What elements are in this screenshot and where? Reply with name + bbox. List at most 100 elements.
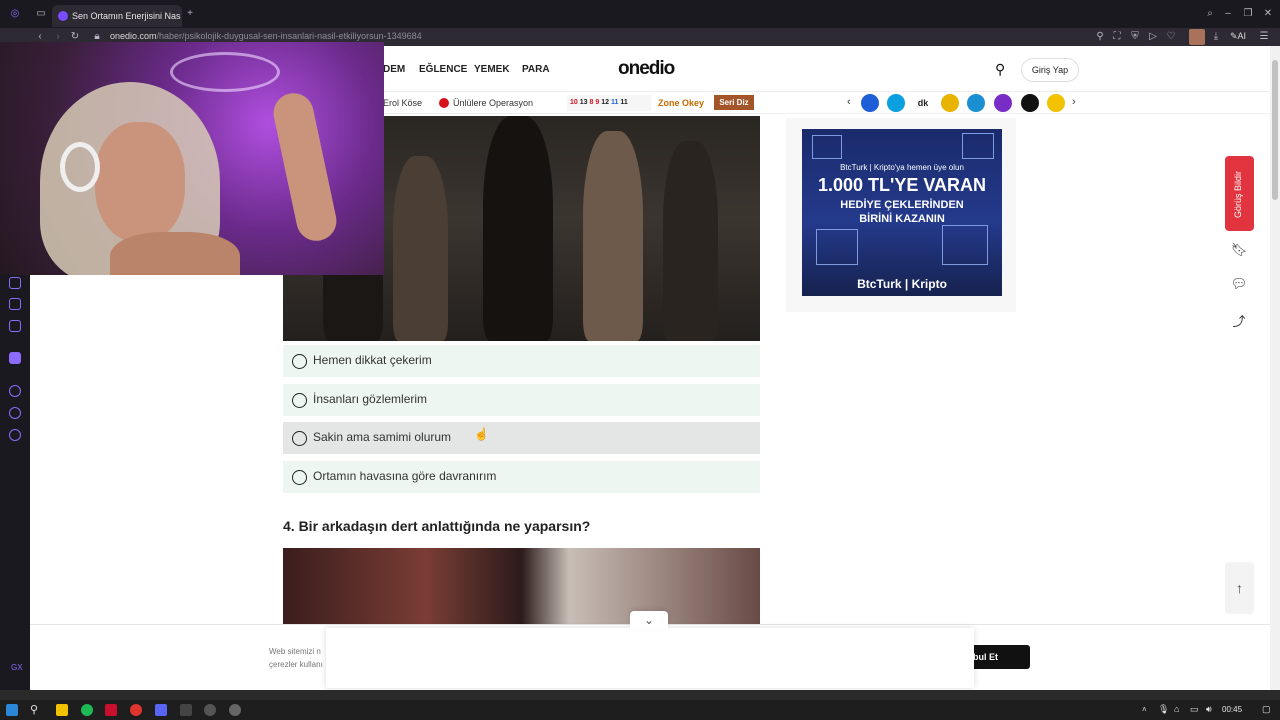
nav-item-para[interactable]: PARA <box>522 64 550 75</box>
tab-favicon-icon <box>58 11 68 21</box>
profile-avatar[interactable] <box>1189 29 1205 45</box>
gift-box-icon <box>812 135 842 159</box>
game-number: 12 <box>601 99 610 106</box>
feedback-tab[interactable]: Görüş Bildir <box>1225 156 1254 231</box>
nav-item-yemek[interactable]: YEMEK <box>474 64 510 75</box>
display-icon[interactable]: ▭ <box>1190 704 1199 715</box>
btcturk-ad[interactable]: BtcTurk | Kripto'ya hemen üye olun 1.000… <box>802 129 1002 296</box>
option-label: Ortamın havasına göre davranırım <box>313 469 497 483</box>
webcam-overlay <box>0 42 384 275</box>
chevron-right-icon[interactable]: › <box>1072 96 1076 108</box>
radio-icon[interactable] <box>292 354 307 369</box>
new-tab-button[interactable]: + <box>183 8 197 20</box>
chevron-left-icon[interactable]: ‹ <box>847 96 851 108</box>
app-icon[interactable] <box>180 704 192 716</box>
site-logo[interactable]: onedio <box>618 58 675 80</box>
raised-arm <box>269 89 341 245</box>
start-icon[interactable] <box>6 704 18 716</box>
play-icon[interactable]: ▷ <box>1146 31 1160 43</box>
radio-icon[interactable] <box>292 393 307 408</box>
menu-icon[interactable]: ☰ <box>1257 31 1271 43</box>
quiz-option[interactable]: Ortamın havasına göre davranırım <box>283 461 760 493</box>
quiz-option[interactable]: Hemen dikkat çekerim <box>283 345 760 377</box>
nav-item-dem[interactable]: DEM <box>383 64 405 75</box>
record-icon[interactable] <box>130 704 142 716</box>
discord-icon[interactable] <box>155 704 167 716</box>
notifications-icon[interactable]: ▢ <box>1262 704 1271 715</box>
nav-item-eglence[interactable]: EĞLENCE <box>419 64 467 75</box>
tab-title: Sen Ortamın Enerjisini Nas <box>72 11 181 21</box>
maximize-icon[interactable]: ❐ <box>1241 8 1255 20</box>
heart-icon[interactable]: ♡ <box>1164 31 1178 43</box>
headphones <box>60 142 100 192</box>
brand-star-icon[interactable] <box>967 94 985 112</box>
sidebar-messenger-icon[interactable] <box>9 320 21 332</box>
comments-icon[interactable]: 💬︎ <box>1230 276 1248 294</box>
radio-icon[interactable] <box>292 431 307 446</box>
opera-gx-icon[interactable] <box>105 704 117 716</box>
obs-icon[interactable] <box>229 704 241 716</box>
sidebar-gx-icon[interactable]: GX <box>11 663 23 672</box>
cursor-hand-icon: ☝ <box>474 427 489 441</box>
clock[interactable]: 00:45 <box>1222 705 1242 714</box>
sidebar-settings-icon[interactable] <box>9 429 21 441</box>
workspaces-icon[interactable]: ▭ <box>34 8 48 20</box>
figure <box>663 141 718 341</box>
brand-philips-icon[interactable] <box>861 94 879 112</box>
search-tabs-icon[interactable]: ⌕ <box>1203 8 1217 20</box>
share-icon[interactable]: ⤴ <box>1230 311 1248 329</box>
network-icon[interactable]: ⌂ <box>1174 704 1179 714</box>
close-window-icon[interactable]: ✕ <box>1261 8 1275 20</box>
mic-icon[interactable]: 🎙︎ <box>1158 704 1169 715</box>
screenshot-icon[interactable]: ⛶ <box>1110 31 1124 43</box>
zone-okey-link[interactable]: Zone Okey <box>658 98 704 108</box>
url-path: /haber/psikolojik-duygusal-sen-insanlari… <box>156 31 422 41</box>
sidebar-wallet-icon[interactable] <box>9 298 21 310</box>
scrollbar-thumb[interactable] <box>1272 60 1278 200</box>
brand-emoji-icon[interactable] <box>1021 94 1039 112</box>
option-label: Sakin ama samimi olurum <box>313 430 452 444</box>
tray-chevron-icon[interactable]: ˄ <box>1142 705 1147 714</box>
trending-item-erol-kose[interactable]: Erol Köse <box>383 98 422 108</box>
number-game-widget[interactable]: 10 13 8 9 12 11 11 <box>567 95 651 111</box>
browser-status-strip <box>0 690 1280 700</box>
bookmark-icon[interactable]: 🔖︎ <box>1230 242 1248 260</box>
download-icon[interactable]: ⤓ <box>1209 31 1223 43</box>
brand-dk-icon[interactable]: dk <box>914 94 932 112</box>
sidebar-twitch-icon[interactable] <box>9 352 21 364</box>
sidebar-chat-icon[interactable] <box>9 407 21 419</box>
spotify-icon[interactable] <box>81 704 93 716</box>
login-button[interactable]: Giriş Yap <box>1021 58 1079 82</box>
live-dot-icon <box>439 98 449 108</box>
brand-onedio-icon[interactable] <box>887 94 905 112</box>
volume-icon[interactable]: 🔊︎ <box>1206 704 1212 715</box>
browser-logo-icon[interactable]: ◎ <box>8 8 22 20</box>
taskbar-search-icon[interactable]: ⚲ <box>30 703 38 716</box>
ai-button[interactable]: ✎AI <box>1230 31 1246 42</box>
brand-yellow-icon[interactable] <box>941 94 959 112</box>
bottom-banner <box>326 628 974 688</box>
pin-icon[interactable]: ⚲ <box>1093 31 1107 43</box>
brand-bilpom-icon[interactable] <box>994 94 1012 112</box>
game-number: 8 <box>589 99 594 106</box>
sidebar-app-icon[interactable] <box>9 277 21 289</box>
search-icon[interactable]: ⚲ <box>995 61 1005 78</box>
app-icon[interactable] <box>204 704 216 716</box>
trending-item-operasyon[interactable]: Ünlülere Operasyon <box>453 98 533 108</box>
game-number: 10 <box>570 99 578 106</box>
ad-line-3: HEDİYE ÇEKLERİNDEN <box>840 199 964 211</box>
back-to-top-button[interactable]: ↑ <box>1225 562 1254 614</box>
quiz-option[interactable]: Sakin ama samimi olurum <box>283 422 760 454</box>
sidebar-history-icon[interactable] <box>9 385 21 397</box>
quiz-option[interactable]: İnsanları gözlemlerim <box>283 384 760 416</box>
gift-box-icon <box>942 225 988 265</box>
seri-diz-link[interactable]: Seri Diz <box>714 95 754 110</box>
chevron-down-icon[interactable]: ⌄ <box>630 611 668 629</box>
radio-icon[interactable] <box>292 470 307 485</box>
brand-glasses-icon[interactable] <box>1047 94 1065 112</box>
tab-active[interactable]: Sen Ortamın Enerjisini Nas <box>52 5 182 27</box>
url-field[interactable]: onedio.com/haber/psikolojik-duygusal-sen… <box>110 31 422 41</box>
shield-icon[interactable]: ⛨ <box>1128 31 1142 43</box>
file-explorer-icon[interactable] <box>56 704 68 716</box>
minimize-icon[interactable]: – <box>1221 8 1235 20</box>
